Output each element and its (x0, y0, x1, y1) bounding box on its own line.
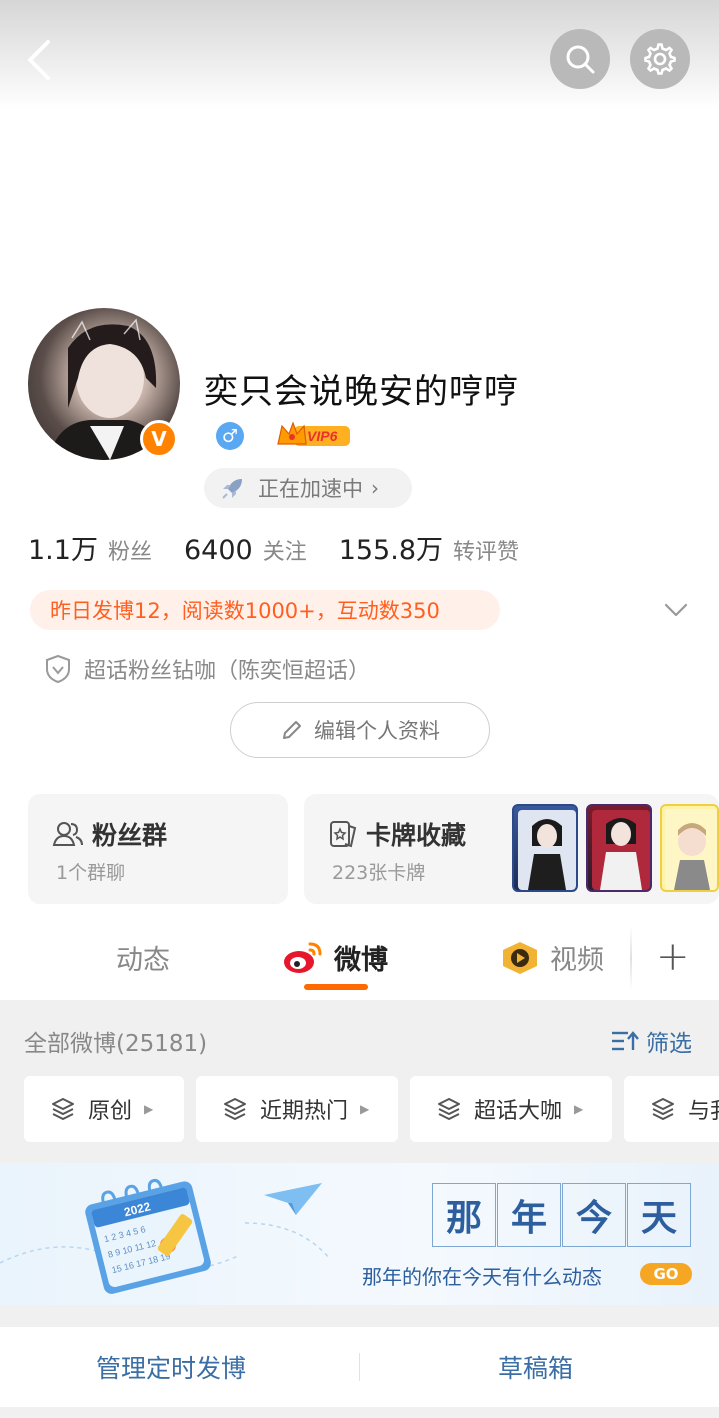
chip-recent-hot-label: 近期热门 (260, 1099, 349, 1124)
card-collection-card[interactable]: 卡牌收藏 223张卡牌 (304, 794, 719, 904)
interactions-label[interactable]: 转评赞 (453, 534, 519, 566)
video-badge-icon (503, 941, 537, 974)
accelerate-arrow-icon: › (371, 476, 379, 500)
banner-char: 天 (627, 1183, 691, 1247)
shield-icon (46, 654, 70, 684)
verified-badge[interactable]: V (140, 420, 178, 458)
chip-original-label: 原创 (88, 1099, 133, 1124)
card-thumbnail[interactable] (586, 804, 652, 892)
card-art (518, 810, 576, 890)
tab-video-label: 视频 (550, 945, 604, 976)
banner-char: 那 (432, 1183, 496, 1247)
gender-male-icon: ♂ (216, 422, 244, 450)
card-collection-title: 卡牌收藏 (366, 821, 467, 850)
chip-recent-hot[interactable]: 近期热门 ▶ (196, 1076, 398, 1142)
layers-icon (438, 1098, 460, 1120)
following-count[interactable]: 6400 (184, 535, 253, 566)
banner-subtitle: 那年的你在今天有什么动态 (362, 1265, 602, 1289)
search-button[interactable] (550, 29, 610, 89)
card-art (592, 810, 650, 890)
chip-super-topic[interactable]: 超话大咖 ▶ (410, 1076, 612, 1142)
tab-feed-label: 动态 (116, 945, 170, 976)
layers-icon (52, 1098, 74, 1120)
bottom-actions: 管理定时发博 草稿箱 (0, 1327, 719, 1407)
activity-highlight[interactable]: 昨日发博12，阅读数1000+，互动数350 (30, 590, 500, 630)
fans-group-sub: 1个群聊 (56, 862, 126, 884)
vip-label: VIP6 (307, 428, 338, 444)
layers-icon (652, 1098, 674, 1120)
super-topic-badge[interactable]: 超话粉丝钻咖（陈奕恒超话） (44, 652, 370, 686)
tab-weibo-label: 微博 (334, 945, 388, 976)
card-icon (330, 821, 357, 848)
caret-right-icon: ▶ (144, 1102, 154, 1116)
tab-feed[interactable]: 动态 (116, 938, 170, 977)
calendar-illustration-icon: 1 2 3 4 5 6 8 9 10 11 12 15 16 17 18 19 … (0, 1178, 331, 1294)
settings-button[interactable] (630, 29, 690, 89)
tab-divider (630, 926, 632, 990)
followers-count[interactable]: 1.1万 (28, 528, 98, 567)
edit-profile-label: 编辑个人资料 (314, 719, 440, 743)
rocket-icon (222, 479, 242, 499)
manage-scheduled-button[interactable]: 管理定时发博 (96, 1349, 246, 1385)
vip-crown-icon: VIP6 (277, 421, 350, 446)
card-thumbnail[interactable] (512, 804, 578, 892)
filter-sort-icon (612, 1031, 639, 1051)
tab-video[interactable]: 视频 (500, 938, 604, 977)
card-thumbnail[interactable] (660, 804, 719, 892)
username: 奕只会说晚安的哼哼 (204, 372, 519, 412)
banner-char: 今 (562, 1183, 626, 1247)
filter-button[interactable]: 筛选 (610, 1024, 692, 1058)
accelerate-label: 正在加速中 (258, 477, 363, 501)
chip-with-me-label: 与我 (688, 1099, 719, 1124)
card-collection-sub: 223张卡牌 (332, 862, 426, 884)
fans-group-title: 粉丝群 (92, 821, 168, 850)
fans-group-header: 粉丝群 (52, 816, 167, 852)
tab-add-button[interactable]: + (656, 934, 690, 980)
interactions-count[interactable]: 155.8万 (339, 528, 443, 567)
tab-active-indicator (304, 984, 368, 990)
card-collection-header: 卡牌收藏 (328, 816, 466, 852)
caret-right-icon: ▶ (360, 1102, 370, 1116)
caret-right-icon: ▶ (574, 1102, 584, 1116)
edit-profile-button[interactable]: 编辑个人资料 (230, 702, 490, 758)
all-weibo-count: 全部微博(25181) (24, 1031, 208, 1057)
card-art (665, 809, 717, 890)
chip-original[interactable]: 原创 ▶ (24, 1076, 184, 1142)
expand-button[interactable] (662, 598, 690, 622)
profile-tabs: 动态 微博 视频 + (0, 918, 719, 1000)
accelerate-button[interactable]: 正在加速中 › (204, 468, 412, 508)
super-topic-label: 超话粉丝钻咖（陈奕恒超话） (84, 659, 371, 684)
header-background (0, 0, 719, 110)
following-label[interactable]: 关注 (263, 534, 307, 566)
group-icon (52, 822, 83, 846)
bottom-divider (359, 1353, 360, 1381)
vip-badge[interactable]: VIP6 (276, 420, 352, 450)
banner-char: 年 (497, 1183, 561, 1247)
fans-group-card[interactable]: 粉丝群 1个群聊 (28, 794, 288, 904)
chevron-down-icon (664, 603, 688, 617)
filter-label: 筛选 (646, 1031, 692, 1057)
pencil-icon (283, 721, 301, 739)
search-icon (566, 45, 595, 74)
weibo-logo-icon (284, 942, 322, 973)
followers-label[interactable]: 粉丝 (108, 534, 152, 566)
on-this-day-banner[interactable]: 1 2 3 4 5 6 8 9 10 11 12 15 16 17 18 19 … (0, 1163, 719, 1305)
banner-go-button[interactable]: GO (640, 1263, 692, 1285)
tab-weibo[interactable]: 微博 (282, 938, 388, 977)
gear-icon (644, 43, 676, 75)
chip-with-me[interactable]: 与我 (624, 1076, 719, 1142)
layers-icon (224, 1098, 246, 1120)
profile-stats: 1.1万 粉丝 6400 关注 155.8万 转评赞 (28, 528, 551, 568)
back-button[interactable] (20, 34, 64, 86)
chevron-left-icon (28, 40, 50, 80)
chip-super-topic-label: 超话大咖 (474, 1099, 563, 1124)
drafts-button[interactable]: 草稿箱 (498, 1349, 573, 1385)
